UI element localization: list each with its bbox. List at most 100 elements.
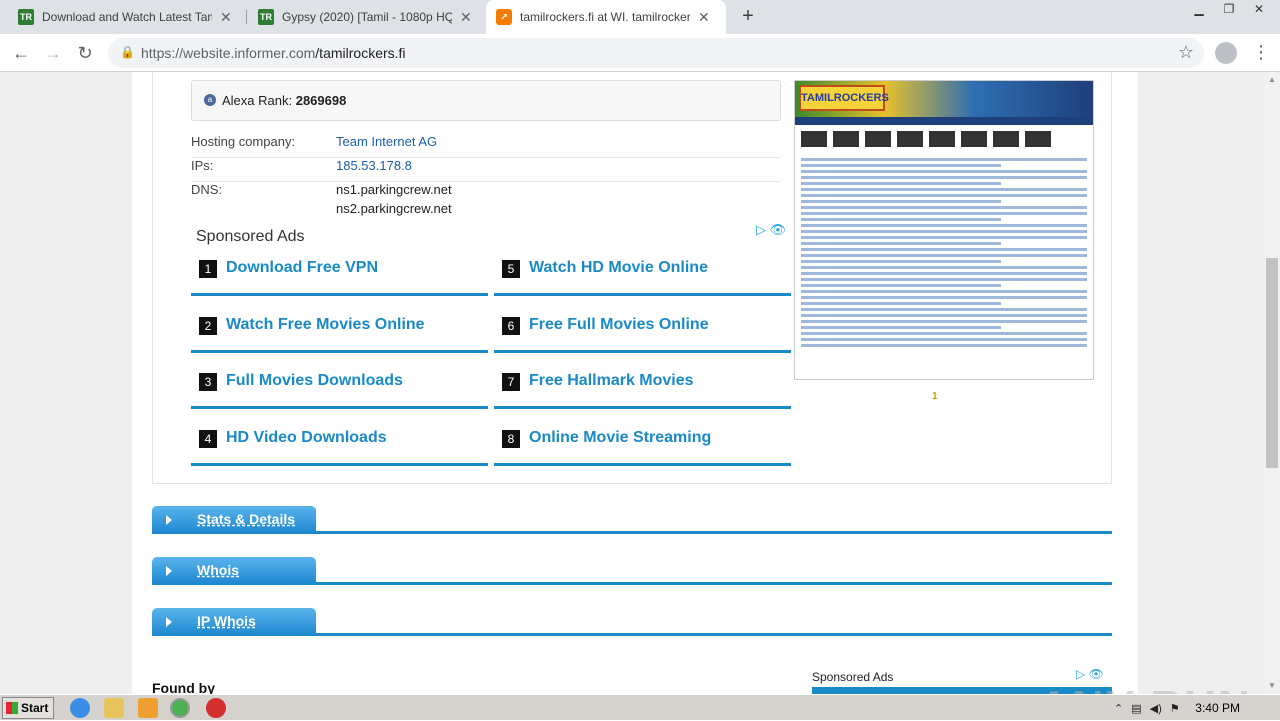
vertical-scrollbar[interactable]: ▲ ▼: [1264, 72, 1280, 694]
ip-link[interactable]: 185.53.178.8: [336, 158, 412, 173]
ad-label: HD Video Downloads: [226, 429, 387, 446]
close-tab-icon[interactable]: ✕: [460, 9, 472, 26]
expand-arrow-icon: [166, 617, 172, 627]
tamilrockers-favicon-icon: TR: [258, 9, 274, 25]
page-viewport: a Alexa Rank: 2869698 Hosting company: T…: [0, 72, 1264, 694]
adchoices-icon[interactable]: ▷ 👁: [756, 222, 786, 238]
volume-icon[interactable]: ◀): [1150, 702, 1162, 715]
site-info-box: a Alexa Rank: 2869698 Hosting company: T…: [152, 72, 1112, 484]
file-explorer-icon[interactable]: [104, 698, 124, 718]
alexa-rank-value: 2869698: [295, 93, 347, 108]
screenshot-navbar: [795, 117, 1093, 125]
hosting-row: Hosting company: Team Internet AG: [191, 134, 781, 158]
tab-title: Gypsy (2020) [Tamil - 1080p HQ Pre: [282, 10, 452, 24]
ad-link[interactable]: 7 Free Hallmark Movies: [494, 365, 791, 409]
flag-icon[interactable]: ⚑: [1170, 702, 1180, 715]
section-tab[interactable]: Whois: [152, 557, 316, 585]
tab-title: tamilrockers.fi at WI. tamilrockers.fi: [520, 10, 690, 24]
reload-icon[interactable]: ↻: [74, 42, 96, 64]
tab-title: Download and Watch Latest Tamil, T: [42, 10, 212, 24]
restore-icon[interactable]: ❐: [1214, 0, 1244, 20]
chart-favicon-icon: ↗: [496, 9, 512, 25]
section-title: Whois: [197, 562, 239, 578]
found-by-heading: Found by: [152, 680, 215, 694]
scroll-up-icon[interactable]: ▲: [1264, 72, 1280, 88]
media-player-icon[interactable]: [138, 698, 158, 718]
url-host: https://website.informer.com: [141, 45, 316, 61]
ad-number: 4: [199, 430, 217, 448]
hosting-link[interactable]: Team Internet AG: [336, 134, 437, 149]
adchoices-icon[interactable]: ▷ 👁: [1076, 667, 1104, 681]
stats-details-section[interactable]: Stats & Details: [152, 506, 1112, 534]
dns-label: DNS:: [191, 182, 223, 197]
chrome-icon[interactable]: [170, 698, 190, 718]
ad-number: 7: [502, 373, 520, 391]
ad-number: 3: [199, 373, 217, 391]
ad-label: Watch HD Movie Online: [529, 259, 708, 276]
tab-download-watch[interactable]: TR Download and Watch Latest Tamil, T ✕: [8, 0, 244, 34]
ad-link[interactable]: 5 Watch HD Movie Online: [494, 252, 791, 296]
antivirus-icon[interactable]: [206, 698, 226, 718]
profile-avatar-icon[interactable]: [1215, 42, 1237, 64]
section-tab[interactable]: Stats & Details: [152, 506, 316, 534]
tab-gypsy[interactable]: TR Gypsy (2020) [Tamil - 1080p HQ Pre ✕: [248, 0, 484, 34]
ad-link[interactable]: 4 HD Video Downloads: [191, 422, 488, 466]
anyrun-watermark: ANY RUN: [1038, 682, 1252, 694]
close-window-icon[interactable]: ✕: [1244, 0, 1274, 20]
screenshot-pager[interactable]: 1: [932, 391, 938, 402]
close-tab-icon[interactable]: ✕: [698, 9, 710, 26]
browser-toolbar: ← → ↻ 🔒 https://website.informer.com/tam…: [0, 34, 1280, 72]
alexa-rank-box: a Alexa Rank: 2869698: [191, 80, 781, 121]
tamilrockers-logo: TAMILROCKERS: [799, 85, 889, 111]
ad-link[interactable]: 8 Online Movie Streaming: [494, 422, 791, 466]
ad-label: Watch Free Movies Online: [226, 316, 425, 333]
alexa-icon: a: [204, 94, 216, 106]
tab-strip: TR Download and Watch Latest Tamil, T ✕ …: [0, 0, 1280, 34]
alexa-rank: Alexa Rank: 2869698: [222, 93, 346, 108]
bookmark-star-icon[interactable]: ☆: [1178, 42, 1194, 63]
ad-link[interactable]: 3 Full Movies Downloads: [191, 365, 488, 409]
forward-arrow-icon[interactable]: →: [42, 42, 64, 64]
ad-link[interactable]: 2 Watch Free Movies Online: [191, 309, 488, 353]
scroll-down-icon[interactable]: ▼: [1264, 678, 1280, 694]
tray-expand-icon[interactable]: ⌃: [1114, 702, 1123, 715]
windows-taskbar: Start ⌃ ▤ ◀) ⚑ 3:40 PM: [0, 694, 1280, 720]
ad-label: Online Movie Streaming: [529, 429, 712, 446]
scrollbar-thumb[interactable]: [1266, 258, 1278, 468]
system-tray: ⌃ ▤ ◀) ⚑: [1104, 695, 1280, 721]
ad-number: 6: [502, 317, 520, 335]
close-tab-icon[interactable]: ✕: [220, 9, 232, 26]
url-text[interactable]: https://website.informer.com/tamilrocker…: [141, 45, 406, 61]
tab-informer-active[interactable]: ↗ tamilrockers.fi at WI. tamilrockers.fi…: [486, 0, 726, 34]
menu-dots-icon[interactable]: ⋮: [1252, 42, 1270, 63]
internet-explorer-icon[interactable]: [70, 698, 90, 718]
minimize-icon[interactable]: ▁: [1184, 0, 1214, 20]
ad-link[interactable]: 1 Download Free VPN: [191, 252, 488, 296]
sponsored-ads-title: Sponsored Ads: [196, 228, 305, 245]
ad-link[interactable]: 6 Free Full Movies Online: [494, 309, 791, 353]
expand-arrow-icon: [166, 515, 172, 525]
ad-label: Free Full Movies Online: [529, 316, 709, 333]
ips-row: IPs: 185.53.178.8: [191, 158, 781, 182]
ip-whois-section[interactable]: IP Whois: [152, 608, 1112, 636]
start-button[interactable]: Start: [2, 697, 54, 719]
ad-label: Free Hallmark Movies: [529, 372, 694, 389]
new-tab-button[interactable]: +: [738, 5, 758, 29]
lock-icon: 🔒: [120, 45, 135, 59]
address-bar[interactable]: 🔒 https://website.informer.com/tamilrock…: [108, 38, 1204, 68]
sponsored-ads-footer-title: Sponsored Ads: [812, 670, 894, 684]
clock[interactable]: 3:40 PM: [1195, 701, 1240, 715]
network-icon[interactable]: ▤: [1131, 702, 1141, 715]
site-screenshot-thumbnail[interactable]: TAMILROCKERS: [794, 80, 1094, 380]
back-arrow-icon[interactable]: ←: [10, 42, 32, 64]
whois-section[interactable]: Whois: [152, 557, 1112, 585]
screenshot-text-lines: [795, 153, 1093, 352]
hosting-label: Hosting company:: [191, 134, 296, 149]
tab-separator: [246, 10, 247, 24]
dns-row: DNS: ns1.parkingcrew.net ns2.parkingcrew…: [191, 182, 781, 222]
dns-value: ns1.parkingcrew.net: [336, 182, 452, 197]
page-content: a Alexa Rank: 2869698 Hosting company: T…: [132, 72, 1138, 694]
ad-label: Full Movies Downloads: [226, 372, 403, 389]
section-tab[interactable]: IP Whois: [152, 608, 316, 636]
dns-value: ns2.parkingcrew.net: [336, 201, 452, 216]
